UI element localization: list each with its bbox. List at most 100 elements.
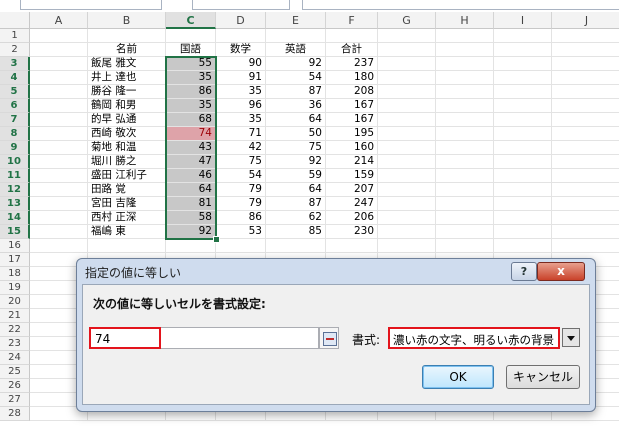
cell-e8[interactable]: 50 xyxy=(266,127,326,141)
cell-i15[interactable] xyxy=(494,225,552,239)
cell-i1[interactable] xyxy=(494,29,552,43)
cell-e1[interactable] xyxy=(266,29,326,43)
cell-c11[interactable]: 46 xyxy=(166,169,216,183)
row-header-1[interactable]: 1 xyxy=(0,29,30,43)
cell-a13[interactable] xyxy=(30,197,88,211)
close-button[interactable]: x xyxy=(537,262,585,281)
cell-b5[interactable]: 勝谷 隆一 xyxy=(88,85,166,99)
cell-i10[interactable] xyxy=(494,155,552,169)
cell-d5[interactable]: 35 xyxy=(216,85,266,99)
row-header-4[interactable]: 4 xyxy=(0,71,30,85)
select-all-corner[interactable] xyxy=(0,12,30,29)
cell-f7[interactable]: 167 xyxy=(326,113,378,127)
cell-d14[interactable]: 86 xyxy=(216,211,266,225)
row-header-20[interactable]: 20 xyxy=(0,295,30,309)
row-header-3[interactable]: 3 xyxy=(0,57,30,71)
cell-a1[interactable] xyxy=(30,29,88,43)
cell-b4[interactable]: 井上 達也 xyxy=(88,71,166,85)
row-header-18[interactable]: 18 xyxy=(0,267,30,281)
cell-i5[interactable] xyxy=(494,85,552,99)
cell-j9[interactable] xyxy=(552,141,619,155)
cell-b6[interactable]: 鶴岡 和男 xyxy=(88,99,166,113)
cell-c10[interactable]: 47 xyxy=(166,155,216,169)
row-header-28[interactable]: 28 xyxy=(0,407,30,421)
cell-b12[interactable]: 田路 覚 xyxy=(88,183,166,197)
cell-h9[interactable] xyxy=(436,141,494,155)
cell-f15[interactable]: 230 xyxy=(326,225,378,239)
cell-d3[interactable]: 90 xyxy=(216,57,266,71)
cell-g9[interactable] xyxy=(378,141,436,155)
cell-e14[interactable]: 62 xyxy=(266,211,326,225)
cell-h5[interactable] xyxy=(436,85,494,99)
cell-g2[interactable] xyxy=(378,43,436,57)
cell-b8[interactable]: 西崎 敬次 xyxy=(88,127,166,141)
cell-c2[interactable]: 国語 xyxy=(166,43,216,57)
cell-g8[interactable] xyxy=(378,127,436,141)
row-header-19[interactable]: 19 xyxy=(0,281,30,295)
cell-i16[interactable] xyxy=(494,239,552,253)
row-header-22[interactable]: 22 xyxy=(0,323,30,337)
cell-e12[interactable]: 64 xyxy=(266,183,326,197)
cell-g14[interactable] xyxy=(378,211,436,225)
cell-d9[interactable]: 42 xyxy=(216,141,266,155)
cell-a8[interactable] xyxy=(30,127,88,141)
cell-b11[interactable]: 盛田 江利子 xyxy=(88,169,166,183)
row-header-8[interactable]: 8 xyxy=(0,127,30,141)
cell-a10[interactable] xyxy=(30,155,88,169)
range-select-button[interactable] xyxy=(319,327,339,349)
cell-g12[interactable] xyxy=(378,183,436,197)
cell-e16[interactable] xyxy=(266,239,326,253)
column-header-d[interactable]: D xyxy=(216,12,266,29)
cell-a14[interactable] xyxy=(30,211,88,225)
cell-d12[interactable]: 79 xyxy=(216,183,266,197)
column-header-f[interactable]: F xyxy=(326,12,378,29)
cell-h8[interactable] xyxy=(436,127,494,141)
formula-input[interactable] xyxy=(302,0,619,10)
row-header-24[interactable]: 24 xyxy=(0,351,30,365)
cell-g11[interactable] xyxy=(378,169,436,183)
row-header-12[interactable]: 12 xyxy=(0,183,30,197)
row-header-25[interactable]: 25 xyxy=(0,365,30,379)
cell-a11[interactable] xyxy=(30,169,88,183)
column-header-b[interactable]: B xyxy=(88,12,166,29)
cell-f16[interactable] xyxy=(326,239,378,253)
cell-h11[interactable] xyxy=(436,169,494,183)
cell-i14[interactable] xyxy=(494,211,552,225)
ok-button[interactable]: OK xyxy=(422,365,494,389)
cell-g1[interactable] xyxy=(378,29,436,43)
cell-e2[interactable]: 英語 xyxy=(266,43,326,57)
cell-e15[interactable]: 85 xyxy=(266,225,326,239)
cell-a4[interactable] xyxy=(30,71,88,85)
cell-h13[interactable] xyxy=(436,197,494,211)
cancel-button[interactable]: キャンセル xyxy=(506,365,580,389)
cell-e10[interactable]: 92 xyxy=(266,155,326,169)
cell-h10[interactable] xyxy=(436,155,494,169)
cell-e7[interactable]: 64 xyxy=(266,113,326,127)
column-header-i[interactable]: I xyxy=(494,12,552,29)
cell-a2[interactable] xyxy=(30,43,88,57)
cell-f5[interactable]: 208 xyxy=(326,85,378,99)
row-header-6[interactable]: 6 xyxy=(0,99,30,113)
cell-d8[interactable]: 71 xyxy=(216,127,266,141)
cell-g10[interactable] xyxy=(378,155,436,169)
cell-d13[interactable]: 79 xyxy=(216,197,266,211)
row-header-15[interactable]: 15 xyxy=(0,225,30,239)
row-header-17[interactable]: 17 xyxy=(0,253,30,267)
cell-g7[interactable] xyxy=(378,113,436,127)
column-header-c[interactable]: C xyxy=(166,12,216,29)
cell-g16[interactable] xyxy=(378,239,436,253)
cell-j7[interactable] xyxy=(552,113,619,127)
row-header-16[interactable]: 16 xyxy=(0,239,30,253)
column-header-a[interactable]: A xyxy=(30,12,88,29)
column-header-h[interactable]: H xyxy=(436,12,494,29)
cell-i13[interactable] xyxy=(494,197,552,211)
cell-i11[interactable] xyxy=(494,169,552,183)
cell-i2[interactable] xyxy=(494,43,552,57)
cell-g3[interactable] xyxy=(378,57,436,71)
help-button[interactable]: ? xyxy=(511,262,537,281)
cell-b3[interactable]: 飯尾 雅文 xyxy=(88,57,166,71)
cell-e9[interactable]: 75 xyxy=(266,141,326,155)
cell-j13[interactable] xyxy=(552,197,619,211)
cell-b2[interactable]: 名前 xyxy=(88,43,166,57)
column-header-e[interactable]: E xyxy=(266,12,326,29)
